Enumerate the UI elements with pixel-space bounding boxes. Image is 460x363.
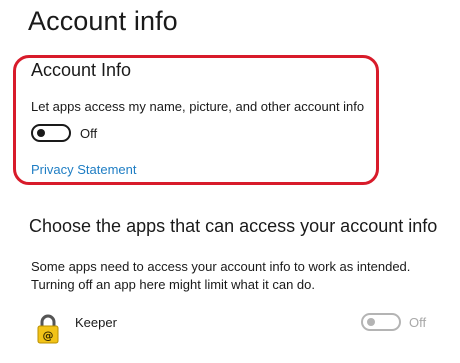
keeper-access-toggle[interactable] xyxy=(361,313,401,331)
account-access-toggle-state: Off xyxy=(80,126,98,141)
app-name-keeper: Keeper xyxy=(75,315,117,330)
toggle-knob xyxy=(37,129,45,137)
toggle-knob xyxy=(367,318,375,326)
account-access-toggle-label: Let apps access my name, picture, and ot… xyxy=(31,99,365,114)
keeper-toggle-state: Off xyxy=(409,315,427,330)
page-title: Account info xyxy=(28,6,178,36)
privacy-statement-link[interactable]: Privacy Statement xyxy=(31,162,137,177)
apps-section-description: Some apps need to access your account in… xyxy=(31,258,410,294)
account-access-toggle[interactable] xyxy=(31,124,71,142)
keeper-lock-icon: @ xyxy=(37,314,59,344)
account-info-section-title: Account Info xyxy=(31,60,132,80)
apps-description-line-1: Some apps need to access your account in… xyxy=(31,259,411,274)
apps-section-heading: Choose the apps that can access your acc… xyxy=(29,216,438,236)
svg-text:@: @ xyxy=(43,329,54,342)
app-row-keeper: @ Keeper Off xyxy=(31,310,451,360)
apps-description-line-2: Turning off an app here might limit what… xyxy=(31,277,315,292)
